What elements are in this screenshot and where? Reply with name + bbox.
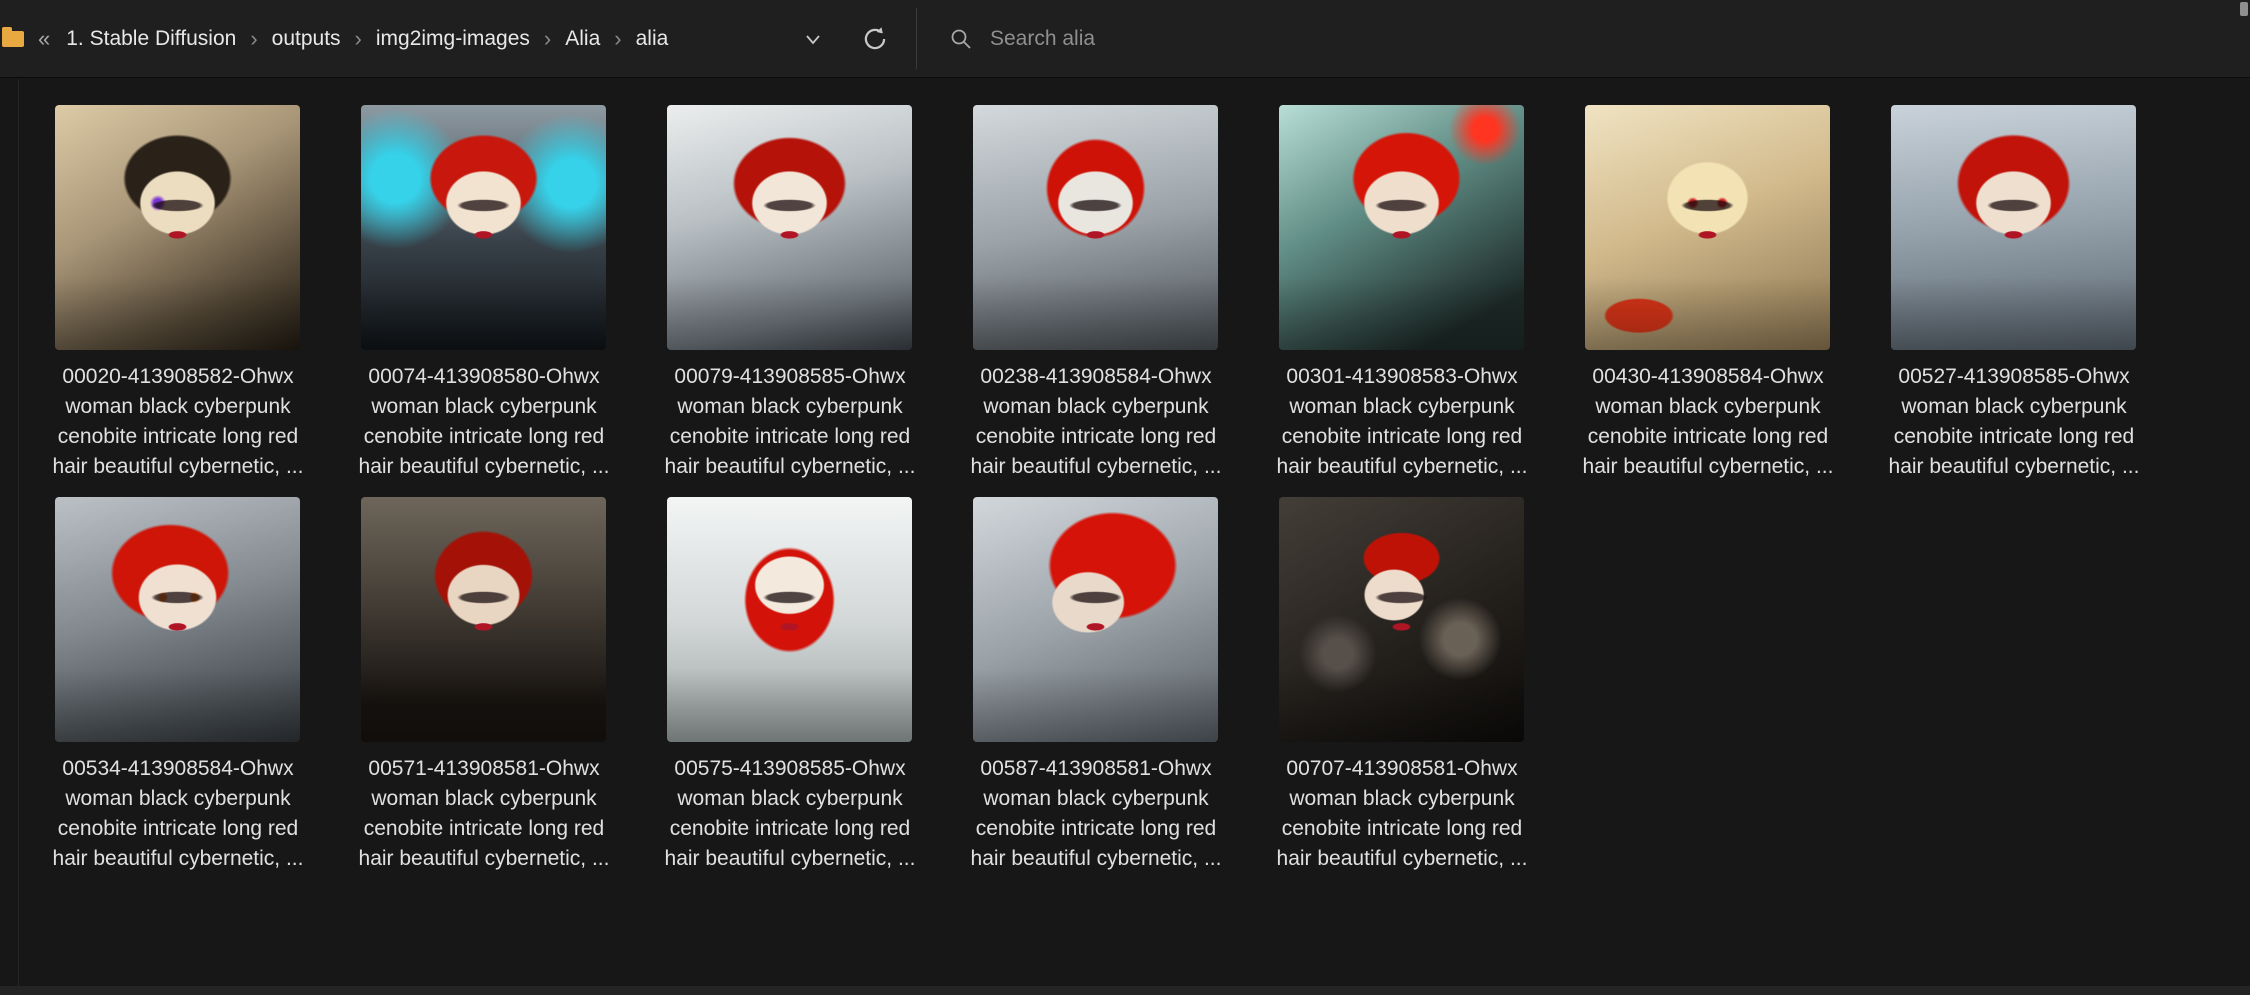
file-name: 00571-413908581-Ohwx woman black cyberpu… — [358, 757, 610, 870]
explorer-toolbar: « 1. Stable Diffusion › outputs › img2im… — [0, 0, 2250, 78]
file-thumbnail[interactable] — [55, 105, 300, 350]
chevron-down-icon — [806, 35, 820, 45]
file-item[interactable]: 00707-413908581-Ohwx woman black cyberpu… — [1277, 497, 1527, 874]
file-item[interactable]: 00534-413908584-Ohwx woman black cyberpu… — [53, 497, 303, 874]
file-list-area: 00020-413908582-Ohwx woman black cyberpu… — [0, 79, 2250, 986]
file-name: 00527-413908585-Ohwx woman black cyberpu… — [1888, 365, 2140, 478]
toolbar-divider — [916, 8, 917, 69]
file-thumbnail[interactable] — [973, 105, 1218, 350]
file-item[interactable]: 00074-413908580-Ohwx woman black cyberpu… — [359, 105, 609, 482]
file-thumbnail[interactable] — [667, 497, 912, 742]
file-thumbnail[interactable] — [1279, 105, 1524, 350]
file-grid: 00020-413908582-Ohwx woman black cyberpu… — [53, 105, 2215, 874]
file-thumbnail[interactable] — [1891, 105, 2136, 350]
refresh-icon — [864, 27, 886, 50]
file-thumbnail[interactable] — [973, 497, 1218, 742]
breadcrumb: 1. Stable Diffusion › outputs › img2img-… — [62, 21, 672, 57]
file-thumbnail[interactable] — [55, 497, 300, 742]
file-thumbnail[interactable] — [361, 497, 606, 742]
file-name: 00587-413908581-Ohwx woman black cyberpu… — [970, 757, 1222, 870]
scrollbar-thumb[interactable] — [2240, 2, 2248, 16]
file-name: 00074-413908580-Ohwx woman black cyberpu… — [358, 365, 610, 478]
breadcrumb-separator-icon: › — [354, 26, 362, 51]
file-name: 00079-413908585-Ohwx woman black cyberpu… — [664, 365, 916, 478]
folder-icon[interactable] — [2, 27, 24, 47]
breadcrumb-separator-icon: › — [614, 26, 622, 51]
pane-divider[interactable] — [18, 79, 19, 986]
breadcrumb-item-alia[interactable]: alia — [632, 21, 673, 57]
file-item[interactable]: 00527-413908585-Ohwx woman black cyberpu… — [1889, 105, 2139, 482]
breadcrumb-separator-icon: › — [543, 26, 552, 51]
address-bar[interactable]: « 1. Stable Diffusion › outputs › img2im… — [0, 0, 915, 78]
file-name: 00020-413908582-Ohwx woman black cyberpu… — [52, 365, 304, 478]
file-name: 00238-413908584-Ohwx woman black cyberpu… — [970, 365, 1222, 478]
breadcrumb-collapse-chevrons[interactable]: « — [38, 26, 50, 52]
file-thumbnail[interactable] — [1279, 497, 1524, 742]
breadcrumb-item-Alia[interactable]: Alia — [561, 21, 604, 57]
file-item[interactable]: 00587-413908581-Ohwx woman black cyberpu… — [971, 497, 1221, 874]
file-item[interactable]: 00575-413908585-Ohwx woman black cyberpu… — [665, 497, 915, 874]
file-item[interactable]: 00020-413908582-Ohwx woman black cyberpu… — [53, 105, 303, 482]
breadcrumb-item-stable-diffusion[interactable]: 1. Stable Diffusion — [62, 21, 240, 57]
file-thumbnail[interactable] — [1585, 105, 1830, 350]
file-item[interactable]: 00301-413908583-Ohwx woman black cyberpu… — [1277, 105, 1527, 482]
refresh-button[interactable] — [858, 22, 892, 56]
file-item[interactable]: 00079-413908585-Ohwx woman black cyberpu… — [665, 105, 915, 482]
breadcrumb-separator-icon: › — [250, 26, 258, 51]
bottom-strip — [0, 986, 2250, 995]
search-icon — [948, 26, 974, 52]
file-thumbnail[interactable] — [361, 105, 606, 350]
file-name: 00301-413908583-Ohwx woman black cyberpu… — [1276, 365, 1528, 478]
file-item[interactable]: 00430-413908584-Ohwx woman black cyberpu… — [1583, 105, 1833, 482]
file-item[interactable]: 00571-413908581-Ohwx woman black cyberpu… — [359, 497, 609, 874]
file-name: 00575-413908585-Ohwx woman black cyberpu… — [664, 757, 916, 870]
file-thumbnail[interactable] — [667, 105, 912, 350]
file-item[interactable]: 00238-413908584-Ohwx woman black cyberpu… — [971, 105, 1221, 482]
search-input[interactable] — [990, 27, 2090, 51]
file-name: 00430-413908584-Ohwx woman black cyberpu… — [1582, 365, 1834, 478]
file-name: 00534-413908584-Ohwx woman black cyberpu… — [52, 757, 304, 870]
search-box[interactable] — [930, 0, 2230, 78]
address-dropdown-button[interactable] — [796, 22, 830, 56]
file-name: 00707-413908581-Ohwx woman black cyberpu… — [1276, 757, 1528, 870]
breadcrumb-item-img2img-images[interactable]: img2img-images — [372, 21, 534, 57]
breadcrumb-item-outputs[interactable]: outputs — [268, 21, 345, 57]
